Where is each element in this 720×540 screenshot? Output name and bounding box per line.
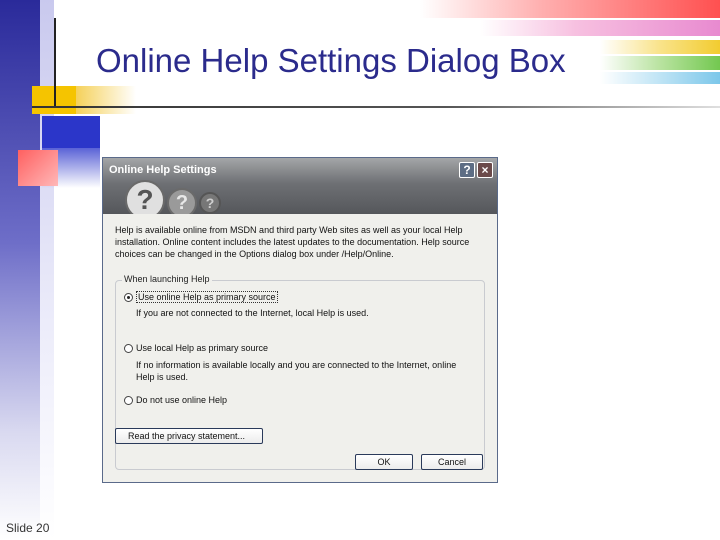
- title-vertical-rule: [54, 18, 56, 106]
- radio-button[interactable]: [124, 344, 133, 353]
- dialog-titlebar: Online Help Settings ? × ? ? ?: [103, 158, 497, 220]
- privacy-statement-button[interactable]: Read the privacy statement...: [115, 428, 263, 444]
- radio-no-online[interactable]: Do not use online Help: [124, 395, 227, 405]
- dialog-body: Help is available online from MSDN and t…: [103, 214, 497, 482]
- yellow-stripe: [600, 40, 720, 54]
- ok-button[interactable]: OK: [355, 454, 413, 470]
- left-light-band: [40, 0, 54, 540]
- title-underline-rule: [32, 106, 720, 108]
- radio-label: Do not use online Help: [136, 395, 228, 405]
- yellow-fade: [76, 86, 136, 114]
- slide-number: Slide 20: [6, 521, 50, 535]
- online-help-settings-dialog: Online Help Settings ? × ? ? ? Help is a…: [102, 157, 498, 483]
- slide-title: Online Help Settings Dialog Box: [96, 42, 566, 79]
- cancel-button[interactable]: Cancel: [421, 454, 483, 470]
- radio-button[interactable]: [124, 396, 133, 405]
- option-description: If you are not connected to the Internet…: [136, 308, 369, 318]
- cyan-stripe: [600, 72, 720, 84]
- left-gradient-band: [0, 0, 40, 540]
- pink-stripe: [480, 20, 720, 36]
- close-icon[interactable]: ×: [477, 162, 493, 178]
- option-description: If no information is available locally a…: [136, 360, 457, 382]
- group-label: When launching Help: [122, 274, 212, 284]
- radio-online-primary[interactable]: Use online Help as primary source: [124, 291, 278, 303]
- red-stripe: [420, 0, 720, 18]
- red-square: [18, 150, 58, 186]
- radio-label: Use local Help as primary source: [136, 343, 269, 353]
- help-icon[interactable]: ?: [459, 162, 475, 178]
- intro-text: Help is available online from MSDN and t…: [115, 225, 470, 259]
- radio-local-primary[interactable]: Use local Help as primary source: [124, 343, 268, 353]
- question-mark-icon: ?: [199, 192, 221, 214]
- green-stripe: [600, 56, 720, 70]
- blue-square: [42, 116, 100, 148]
- radio-button-checked[interactable]: [124, 293, 133, 302]
- dialog-title: Online Help Settings: [109, 164, 217, 176]
- radio-label: Use online Help as primary source: [136, 291, 278, 303]
